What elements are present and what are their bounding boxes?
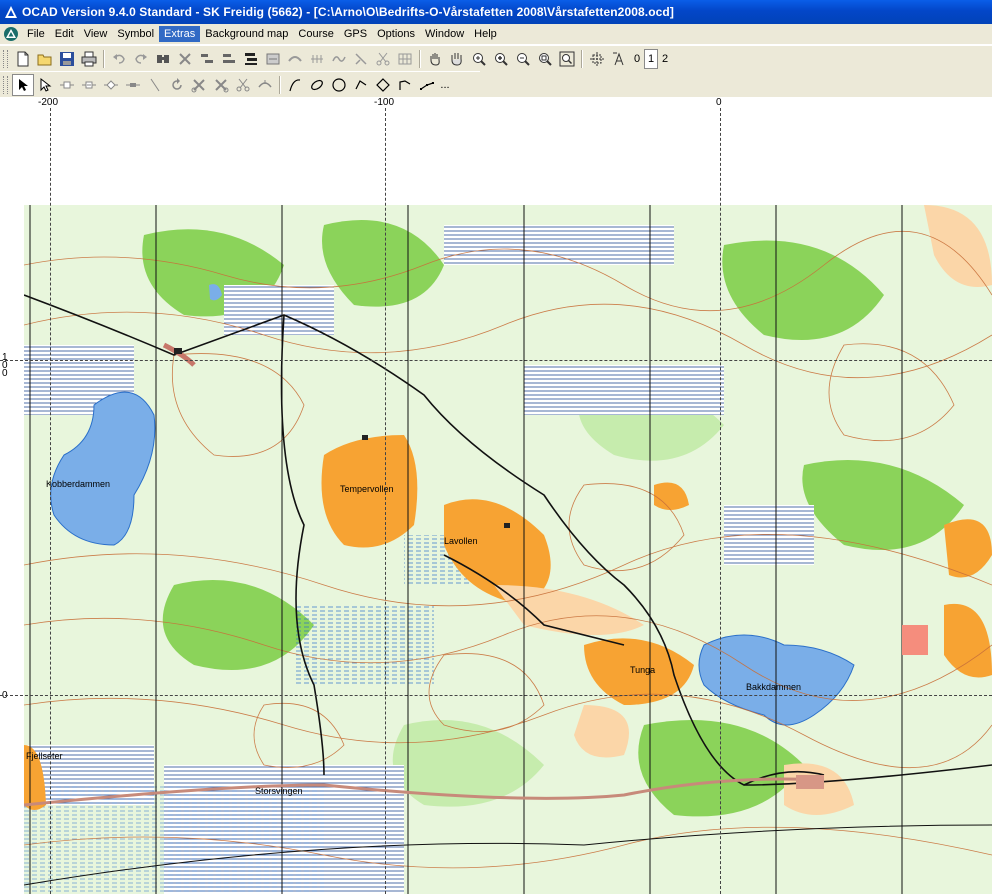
zoom-out-icon[interactable] [512, 48, 534, 70]
menu-options[interactable]: Options [372, 26, 420, 42]
fence-icon[interactable] [306, 48, 328, 70]
align-icon[interactable] [196, 48, 218, 70]
ocad-app-icon [5, 6, 17, 18]
main-toolbar: 0 1 2 [0, 45, 992, 72]
cut-icon[interactable] [350, 48, 372, 70]
orienteering-map[interactable]: Kobberdammen Tempervollen Lavollen Tunga… [24, 205, 992, 894]
redo-icon[interactable] [130, 48, 152, 70]
ruler-label: -100 [374, 97, 395, 108]
grid-guide-horizontal [0, 695, 992, 696]
crosshair-icon[interactable] [586, 48, 608, 70]
rotate-icon[interactable] [166, 74, 188, 96]
print-icon[interactable] [78, 48, 100, 70]
symbol-icon[interactable] [262, 48, 284, 70]
menu-background-map[interactable]: Background map [200, 26, 293, 42]
find-icon[interactable] [152, 48, 174, 70]
freehand-icon[interactable] [394, 74, 416, 96]
corner-point-icon[interactable] [100, 74, 122, 96]
window-title: OCAD Version 9.4.0 Standard - SK Freidig… [22, 5, 674, 19]
title-bar: OCAD Version 9.4.0 Standard - SK Freidig… [0, 0, 992, 24]
line-icon[interactable] [144, 74, 166, 96]
zoom-in-icon[interactable] [468, 48, 490, 70]
grid-guide-vertical [50, 108, 51, 894]
straight-line-icon[interactable] [416, 74, 438, 96]
grid-guide-vertical [720, 108, 721, 894]
view-2-button[interactable]: 2 [658, 48, 672, 70]
grid-guide-vertical [385, 108, 386, 894]
place-label: Storsvingen [255, 786, 303, 796]
menu-extras[interactable]: Extras [159, 26, 201, 42]
polygon-icon[interactable] [372, 74, 394, 96]
view-1-button[interactable]: 1 [644, 48, 658, 69]
zoom-area-icon[interactable] [556, 48, 578, 70]
menu-bar: File Edit View Symbol Extras Background … [0, 24, 992, 45]
ellipse-icon[interactable] [306, 74, 328, 96]
zoom-in-plus-icon[interactable] [490, 48, 512, 70]
menu-help[interactable]: Help [469, 26, 502, 42]
add-point-icon[interactable] [56, 74, 78, 96]
arrow-select-icon[interactable] [12, 73, 34, 96]
more-tools-button[interactable]: ... [438, 74, 452, 96]
toolbar-separator [419, 49, 421, 68]
move-icon[interactable] [446, 48, 468, 70]
grid-guide-horizontal [0, 360, 992, 361]
place-label: Bakkdammen [746, 682, 802, 692]
dash-point-icon[interactable] [122, 74, 144, 96]
place-label: Kobberdammen [46, 479, 111, 489]
cut-hole-icon[interactable] [210, 74, 232, 96]
place-label: Lavollen [444, 536, 478, 546]
toolbar-separator [279, 75, 281, 94]
delete-point-icon[interactable] [78, 74, 100, 96]
undo-icon[interactable] [108, 48, 130, 70]
rect-icon[interactable] [350, 74, 372, 96]
place-label: Tunga [630, 665, 656, 675]
scissors-icon[interactable] [372, 48, 394, 70]
menu-symbol[interactable]: Symbol [112, 26, 159, 42]
menu-gps[interactable]: GPS [339, 26, 372, 42]
toolbar-background [480, 71, 992, 97]
text-icon[interactable] [608, 48, 630, 70]
menu-edit[interactable]: Edit [50, 26, 79, 42]
menu-file[interactable]: File [22, 26, 50, 42]
ocad-logo-icon[interactable] [3, 26, 19, 42]
drawing-toolbar: ... [0, 71, 481, 98]
view-0-button[interactable]: 0 [630, 48, 644, 70]
edit-point-icon[interactable] [34, 74, 56, 96]
ruler-label: 0 [2, 368, 8, 379]
bridge-icon[interactable] [284, 48, 306, 70]
align-stack-icon[interactable] [240, 48, 262, 70]
circle-icon[interactable] [328, 74, 350, 96]
cut-obj-icon[interactable] [188, 74, 210, 96]
menu-window[interactable]: Window [420, 26, 469, 42]
toolbar-separator [581, 49, 583, 68]
toolbar-separator [103, 49, 105, 68]
delete-icon[interactable] [174, 48, 196, 70]
clip-icon[interactable] [232, 74, 254, 96]
grid-icon[interactable] [394, 48, 416, 70]
align-bottom-icon[interactable] [218, 48, 240, 70]
toolbar-grip[interactable] [3, 49, 8, 68]
ruler-label: -200 [38, 97, 59, 108]
smooth-icon[interactable] [328, 48, 350, 70]
ruler-label: 0 [716, 97, 722, 108]
place-label: Fjellseter [26, 751, 63, 761]
new-icon[interactable] [12, 48, 34, 70]
curve-icon[interactable] [284, 74, 306, 96]
zoom-fit-icon[interactable] [534, 48, 556, 70]
map-drawing [24, 205, 992, 894]
split-icon[interactable] [254, 74, 276, 96]
menu-view[interactable]: View [79, 26, 113, 42]
save-icon[interactable] [56, 48, 78, 70]
menu-course[interactable]: Course [293, 26, 338, 42]
toolbar-grip[interactable] [3, 75, 8, 94]
open-icon[interactable] [34, 48, 56, 70]
hand-icon[interactable] [424, 48, 446, 70]
